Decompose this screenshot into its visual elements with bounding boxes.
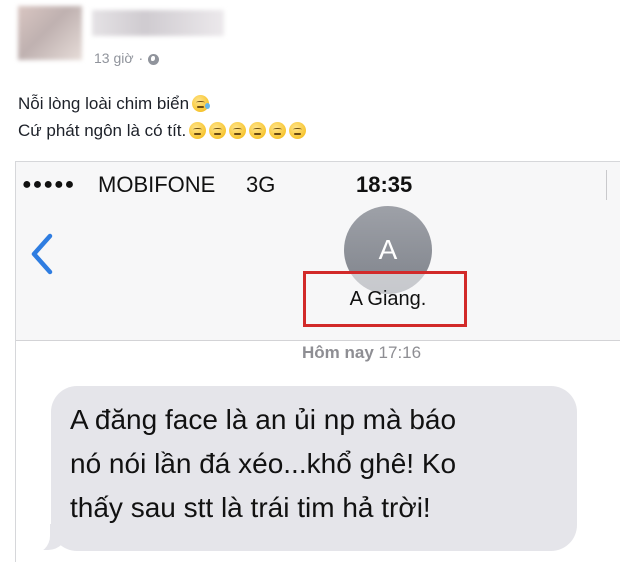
post-text: Nỗi lòng loài chim biển Cứ phát ngôn là … xyxy=(18,90,307,144)
carrier-name: MOBIFONE xyxy=(98,172,216,197)
message-header: ●●●●● MOBIFONE 3G 18:35 A A Giang. xyxy=(16,162,620,341)
highlight-box: A Giang. xyxy=(303,271,467,327)
status-bar: ●●●●● MOBIFONE 3G 18:35 xyxy=(16,170,620,200)
date-day: Hôm nay xyxy=(302,343,374,362)
shared-image[interactable]: ●●●●● MOBIFONE 3G 18:35 A A Giang. Hôm n… xyxy=(15,161,620,562)
contact-name[interactable]: A Giang. xyxy=(306,274,470,324)
signal-strength: ●●●●● xyxy=(22,176,76,193)
status-clock: 18:35 xyxy=(356,172,413,197)
post-text-line-2-content: Cứ phát ngôn là có tít. xyxy=(18,121,187,140)
post-time[interactable]: 13 giờ xyxy=(94,50,134,66)
meta-separator: · xyxy=(138,50,144,66)
emoji-icon xyxy=(229,122,247,139)
network-type: 3G xyxy=(246,172,276,197)
emoji-icon xyxy=(209,122,227,139)
author-name-blurred[interactable] xyxy=(92,10,224,36)
back-chevron-icon[interactable] xyxy=(28,232,56,276)
post-text-line-2: Cứ phát ngôn là có tít. xyxy=(18,117,307,144)
emoji-icon xyxy=(289,122,307,139)
status-edge xyxy=(606,170,620,200)
emoji-icon xyxy=(189,122,207,139)
post-text-line-1: Nỗi lòng loài chim biển xyxy=(18,90,306,117)
emoji-icon xyxy=(249,122,267,139)
globe-icon[interactable] xyxy=(148,53,160,65)
author-avatar-blurred[interactable] xyxy=(18,6,82,60)
post-text-line-1-content: Nỗi lòng loài chim biển xyxy=(18,94,190,113)
message-date: Hôm nay 17:16 xyxy=(302,343,421,363)
message-text: A đăng face là an ủi np mà báo nó nói lầ… xyxy=(70,404,457,523)
date-time: 17:16 xyxy=(378,343,422,362)
post-meta: 13 giờ · xyxy=(94,50,160,66)
emoji-icon xyxy=(269,122,287,139)
emoji-icon xyxy=(192,95,211,112)
